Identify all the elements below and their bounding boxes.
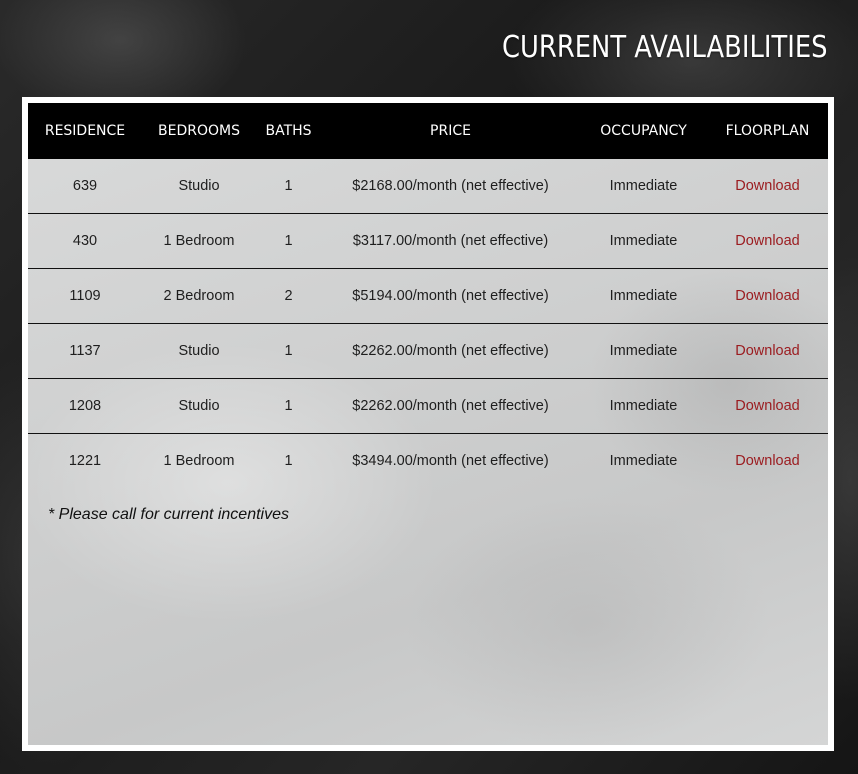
baths-cell: 2 bbox=[256, 268, 321, 324]
floorplan-cell: Download bbox=[707, 159, 828, 214]
table-row: 1109 2 Bedroom 2 $5194.00/month (net eff… bbox=[28, 268, 828, 324]
floorplan-download-link[interactable]: Download bbox=[735, 233, 800, 249]
occupancy-cell: Immediate bbox=[580, 213, 707, 269]
column-header-occupancy: OCCUPANCY bbox=[600, 123, 687, 139]
occupancy-cell: Immediate bbox=[580, 159, 707, 214]
floorplan-download-link[interactable]: Download bbox=[735, 288, 800, 304]
floorplan-download-link[interactable]: Download bbox=[735, 343, 800, 359]
baths-cell: 1 bbox=[284, 453, 293, 469]
table-row: 1221 1 Bedroom 1 $3494.00/month (net eff… bbox=[28, 434, 828, 489]
bedrooms-cell: 1 Bedroom bbox=[142, 213, 256, 269]
floorplan-download-link[interactable]: Download bbox=[735, 398, 800, 414]
bedrooms-cell: Studio bbox=[142, 378, 256, 434]
table-header-row: RESIDENCE BEDROOMS BATHS PRICE OCCUPANCY… bbox=[28, 103, 828, 159]
residence-cell: 1109 bbox=[28, 268, 142, 324]
price-cell: $2168.00/month (net effective) bbox=[321, 159, 580, 214]
bedrooms-cell: Studio bbox=[142, 159, 256, 214]
price-cell: $5194.00/month (net effective) bbox=[321, 268, 580, 324]
price-cell: $3117.00/month (net effective) bbox=[321, 213, 580, 269]
floorplan-cell: Download bbox=[707, 213, 828, 269]
table-row: 1137 Studio 1 $2262.00/month (net effect… bbox=[28, 323, 828, 379]
residence-cell: 1208 bbox=[28, 378, 142, 434]
column-header-price: PRICE bbox=[430, 123, 471, 139]
residence-cell: 639 bbox=[28, 159, 142, 214]
floorplan-cell: Download bbox=[707, 268, 828, 324]
residence-cell: 1221 bbox=[68, 453, 102, 469]
residence-cell: 1137 bbox=[28, 323, 142, 379]
bedrooms-cell: 1 Bedroom bbox=[163, 453, 235, 469]
availability-table: RESIDENCE BEDROOMS BATHS PRICE OCCUPANCY… bbox=[28, 103, 828, 488]
bedrooms-cell: 2 Bedroom bbox=[142, 268, 256, 324]
table-row: 430 1 Bedroom 1 $3117.00/month (net effe… bbox=[28, 213, 828, 269]
baths-cell: 1 bbox=[256, 378, 321, 434]
residence-cell: 430 bbox=[28, 213, 142, 269]
table-row: 639 Studio 1 $2168.00/month (net effecti… bbox=[28, 159, 828, 214]
floorplan-cell: Download bbox=[707, 323, 828, 379]
price-cell: $3494.00/month (net effective) bbox=[352, 453, 549, 469]
table-body: 639 Studio 1 $2168.00/month (net effecti… bbox=[28, 159, 828, 488]
occupancy-cell: Immediate bbox=[580, 323, 707, 379]
baths-cell: 1 bbox=[256, 323, 321, 379]
price-cell: $2262.00/month (net effective) bbox=[321, 378, 580, 434]
price-cell: $2262.00/month (net effective) bbox=[321, 323, 580, 379]
column-header-bedrooms: BEDROOMS bbox=[158, 123, 240, 139]
table-header: RESIDENCE BEDROOMS BATHS PRICE OCCUPANCY… bbox=[28, 103, 828, 159]
floorplan-cell: Download bbox=[707, 378, 828, 434]
baths-cell: 1 bbox=[256, 159, 321, 214]
bedrooms-cell: Studio bbox=[142, 323, 256, 379]
baths-cell: 1 bbox=[256, 213, 321, 269]
occupancy-cell: Immediate bbox=[609, 453, 678, 469]
page-title: CURRENT AVAILABILITIES bbox=[502, 30, 828, 65]
table-row: 1208 Studio 1 $2262.00/month (net effect… bbox=[28, 378, 828, 434]
occupancy-cell: Immediate bbox=[580, 378, 707, 434]
occupancy-cell: Immediate bbox=[580, 268, 707, 324]
floorplan-cell: Download bbox=[707, 434, 828, 489]
availability-panel: RESIDENCE BEDROOMS BATHS PRICE OCCUPANCY… bbox=[22, 97, 834, 751]
column-header-floorplan: FLOORPLAN bbox=[725, 123, 810, 139]
incentives-note: * Please call for current incentives bbox=[48, 506, 289, 523]
floorplan-download-link[interactable]: Download bbox=[735, 453, 800, 469]
column-header-baths: BATHS bbox=[265, 123, 312, 139]
floorplan-download-link[interactable]: Download bbox=[735, 178, 800, 194]
column-header-residence: RESIDENCE bbox=[44, 123, 126, 139]
